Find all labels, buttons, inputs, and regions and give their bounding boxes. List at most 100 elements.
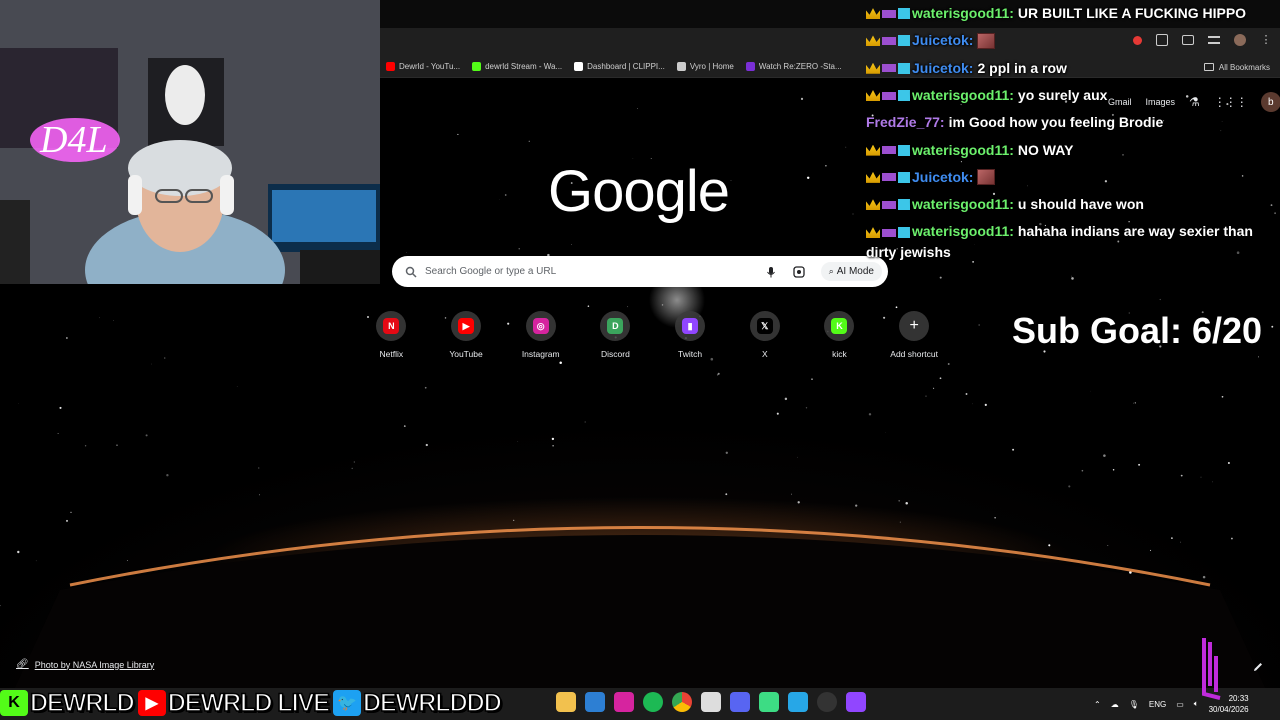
chat-username[interactable]: waterisgood11: — [912, 137, 1014, 164]
youtube-handle: DEWRLD LIVE — [167, 688, 331, 718]
spotify-icon[interactable] — [643, 692, 663, 712]
bookmark-item[interactable]: Dashboard | CLIPPI... — [568, 56, 671, 78]
star — [1159, 298, 1161, 301]
star — [584, 421, 586, 423]
chat-text: yo surely aux — [1017, 87, 1108, 104]
star — [845, 146, 847, 148]
shortcut-label: X — [761, 349, 768, 359]
shortcut-label: Instagram — [521, 349, 560, 359]
star — [1149, 549, 1152, 551]
chat-username[interactable]: Juicetok: — [912, 27, 973, 54]
chat-username[interactable]: FredZie_77: — [866, 109, 945, 136]
d4l-badge-icon — [882, 36, 896, 45]
bookmark-item[interactable]: Vyro | Home — [671, 56, 740, 78]
discord-icon: D — [607, 318, 624, 334]
cube-badge-icon — [898, 227, 910, 239]
shortcut-tile[interactable]: + — [899, 311, 930, 341]
shortcut-tile[interactable]: K — [824, 311, 855, 341]
onedrive-icon[interactable]: ☁ — [1111, 700, 1119, 709]
d4l-badge-icon — [882, 91, 896, 100]
ai-mode-button[interactable]: ⌕ AI Mode — [820, 262, 882, 281]
crown-badge-icon — [866, 171, 880, 183]
mic-icon[interactable] — [765, 266, 777, 278]
chat-username[interactable]: waterisgood11: — [912, 0, 1014, 27]
chat-text: im Good how you feeling Brodie — [948, 114, 1164, 131]
chat-username[interactable]: Juicetok: — [912, 55, 973, 82]
tray-chevron-icon[interactable]: ⌃ — [1094, 700, 1101, 709]
star — [933, 387, 935, 389]
star — [1068, 485, 1071, 488]
shortcut-youtube[interactable]: ▶ YouTube — [429, 311, 504, 359]
bookmark-item[interactable]: Watch Re:ZERO -Sta... — [740, 56, 848, 78]
shortcut-tile[interactable]: N — [376, 311, 407, 341]
shortcut-tile[interactable]: ◎ — [525, 311, 556, 341]
chat-username[interactable]: waterisgood11: — [912, 191, 1014, 218]
star — [116, 444, 118, 446]
chat-username[interactable]: waterisgood11: — [912, 82, 1014, 109]
search-placeholder[interactable]: Search Google or type a URL — [425, 266, 765, 277]
shortcut-tile[interactable]: ▶ — [451, 311, 482, 341]
shortcut-twitch[interactable]: ▮ Twitch — [653, 311, 728, 359]
star — [113, 320, 114, 321]
shortcut-label: Netflix — [379, 349, 404, 359]
network-icon[interactable]: ▭ — [1176, 700, 1184, 709]
twitch-app-icon[interactable] — [846, 692, 866, 712]
star — [1221, 395, 1224, 398]
star — [984, 403, 987, 406]
android-icon[interactable] — [759, 692, 779, 712]
twitter-handle: DEWRLDDD — [362, 688, 502, 718]
chrome-icon[interactable] — [672, 692, 692, 712]
instagram-icon: ◎ — [532, 318, 549, 334]
chat-emote-icon — [977, 32, 996, 49]
shortcut-tile[interactable]: 𝕏 — [749, 311, 780, 341]
d4l-logo-overlay — [1202, 638, 1221, 700]
discord-icon[interactable] — [730, 692, 750, 712]
shortcut-discord[interactable]: D Discord — [578, 311, 653, 359]
shortcut-tiles: N Netflix ▶ YouTube ◎ Instagram D Discord ▮ Twitc… — [354, 311, 952, 359]
shortcut-label: YouTube — [449, 349, 483, 359]
star — [351, 467, 353, 470]
telegram-icon[interactable] — [788, 692, 808, 712]
star — [59, 406, 62, 409]
store-icon[interactable] — [585, 692, 605, 712]
star — [1171, 537, 1173, 539]
star — [1012, 448, 1015, 451]
ai-search-icon: ⌕ — [828, 266, 834, 276]
star — [797, 501, 800, 504]
shortcut-x[interactable]: 𝕏X — [727, 311, 802, 359]
shortcut-tile[interactable]: D — [600, 311, 631, 341]
star — [1230, 537, 1233, 540]
star — [587, 305, 590, 307]
shortcut-tile[interactable]: ▮ — [675, 311, 706, 341]
kick-handle: DEWRLD — [29, 688, 135, 718]
chat-username[interactable]: Juicetok: — [912, 164, 973, 191]
mic-tray-icon[interactable]: 🎙︎ — [1129, 700, 1139, 709]
star — [504, 194, 507, 196]
star — [57, 432, 59, 434]
bookmark-item[interactable]: dewrld Stream - Wa... — [466, 56, 568, 78]
volume-icon[interactable]: 🔈︎ — [1194, 699, 1199, 709]
google-lens-icon[interactable] — [793, 265, 805, 278]
bookmark-item[interactable]: Dewrld - YouTu... — [380, 56, 466, 78]
customize-pencil-icon[interactable] — [1252, 661, 1264, 673]
photo-credit-link[interactable]: 🔗︎ Photo by NASA Image Library — [16, 659, 154, 670]
star — [805, 407, 808, 409]
obs-icon[interactable] — [817, 692, 837, 712]
shortcut-instagram[interactable]: ◎ Instagram — [503, 311, 578, 359]
d4l-badge-icon — [882, 64, 896, 73]
star — [425, 443, 428, 447]
shortcut-add-shortcut[interactable]: + Add shortcut — [877, 311, 952, 359]
chat-username[interactable]: waterisgood11: — [912, 223, 1014, 239]
shortcut-netflix[interactable]: N Netflix — [354, 311, 429, 359]
star — [1048, 544, 1051, 547]
search-box[interactable]: Search Google or type a URL ⌕ AI Mode — [392, 256, 888, 287]
language-indicator[interactable]: ENG — [1149, 700, 1166, 709]
star — [994, 517, 996, 519]
file-explorer-icon[interactable] — [556, 692, 576, 712]
instagram-app-icon[interactable] — [614, 692, 634, 712]
dc-app-icon[interactable] — [701, 692, 721, 712]
crown-badge-icon — [866, 90, 880, 102]
shortcut-kick[interactable]: Kkick — [802, 311, 877, 359]
youtube-icon: ▶ — [458, 318, 475, 334]
chat-text: u should have won — [1017, 196, 1144, 213]
